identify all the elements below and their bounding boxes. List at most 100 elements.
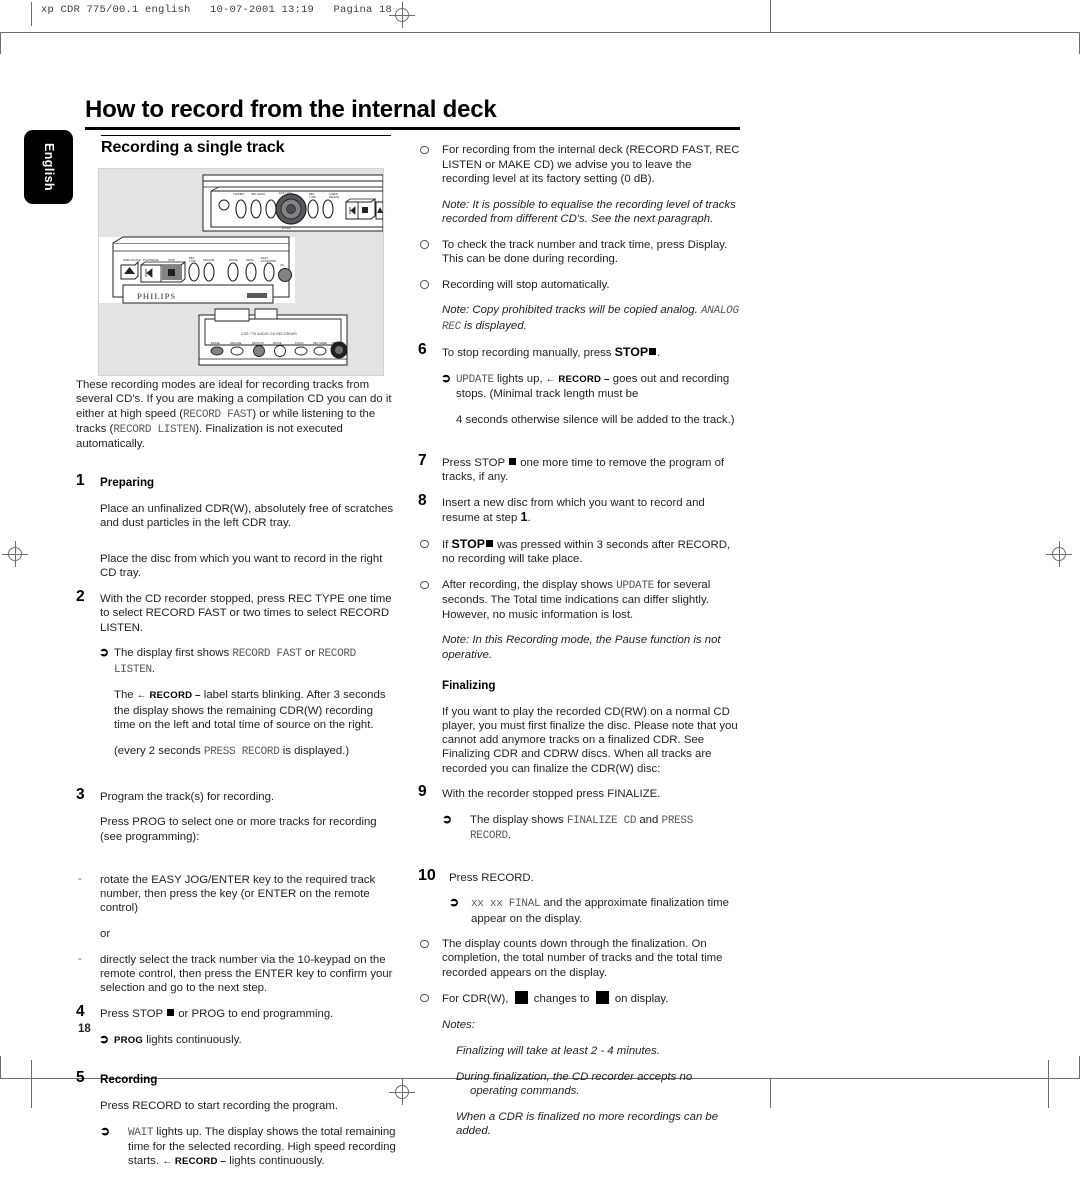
step-8-text-pre: Insert a new disc from which you want to… (442, 497, 705, 525)
step-9: 9 With the recorder stopped press FINALI… (418, 784, 740, 844)
step-4-text-pre: Press STOP (100, 1008, 167, 1021)
svg-text:STOP: STOP (168, 258, 175, 262)
step-5-arrow-note: ➲ WAIT lights up. The display shows the … (100, 1123, 396, 1170)
svg-text:CDR 775 AUDIO CD RECORDER: CDR 775 AUDIO CD RECORDER (241, 332, 297, 336)
svg-text:REC LEVEL: REC LEVEL (251, 192, 266, 196)
arrow-icon: ➲ (100, 1123, 111, 1138)
stop-square-icon (167, 1009, 175, 1017)
step-2: 2 With the CD recorder stopped, press RE… (76, 589, 396, 759)
circle-bullet-icon (420, 240, 429, 249)
note-a: Finalizing will take at least 2 - 4 minu… (456, 1044, 660, 1057)
manual-page: English How to record from the internal … (0, 0, 1080, 1167)
intro-lcd-record-fast: RECORD FAST (183, 408, 253, 421)
step-2-arrow-pre: The display first shows (114, 647, 233, 660)
bullet-5-pre: After recording, the display shows (442, 579, 617, 592)
svg-text:PLAY/PAUSE: PLAY/PAUSE (143, 258, 159, 262)
step-7: 7 Press STOP one more time to remove the… (418, 452, 740, 485)
step-6-text-pre: To stop recording manually, press (442, 347, 615, 360)
step-2-arrow-note: ➲ The display first shows RECORD FAST or… (99, 645, 396, 759)
disc-symbol-after-icon (595, 991, 609, 1005)
step-4-arrow-text: lights continuously. (143, 1033, 242, 1046)
svg-text:REC/OTR: REC/OTR (252, 341, 264, 345)
cd-recorder-diagram-svg: PHONES REC LEVEL EASY JOG REC TYPE CHECK… (99, 174, 383, 366)
finalizing-block: Finalizing If you want to play the recor… (418, 679, 740, 776)
circle-bullet-icon (420, 280, 429, 289)
note-2-post: is displayed. (460, 319, 527, 332)
stop-square-icon (486, 540, 494, 548)
svg-text:RECORD: RECORD (332, 341, 343, 345)
step-1-number: 1 (76, 472, 85, 490)
svg-text:TRACK: TRACK (295, 341, 304, 345)
step-6-stop-label: STOP (614, 345, 649, 360)
bullet-5-lcd-update: UPDATE (616, 580, 654, 593)
finalizing-text: If you want to play the recorded CD(RW) … (442, 705, 738, 775)
circle-bullet-icon (420, 145, 429, 155)
step-9-arrow-note: ➲ The display shows FINALIZE CD and PRES… (442, 812, 740, 844)
step-6-text-post: . (657, 347, 661, 360)
svg-text:PHILIPS: PHILIPS (137, 292, 176, 301)
step-6-lcd-update: UPDATE (456, 374, 494, 386)
svg-text:ENTER: ENTER (282, 226, 291, 230)
upper-deck-panel: PHONES REC LEVEL EASY JOG REC TYPE CHECK… (202, 174, 383, 232)
bullet-3-text: Recording will stop automatically. (442, 278, 610, 291)
step-7-number: 7 (418, 452, 427, 470)
step-3-number: 3 (76, 785, 85, 803)
bullet-check-track: To check the track number and track time… (418, 238, 740, 267)
step-10: 10 Press RECORD. ➲ xx xx FINAL and the a… (418, 867, 740, 926)
step-2-text: With the CD recorder stopped, press REC … (100, 593, 392, 634)
finalize-notes: Notes: Finalizing will take at least 2 -… (418, 1018, 740, 1138)
step-6-arrow-mid: lights up, (493, 373, 546, 385)
step-6-arrow-post-2: 4 seconds otherwise silence will be adde… (456, 413, 735, 426)
page-title: How to record from the internal deck (85, 96, 497, 123)
language-tab-label: English (41, 143, 56, 191)
bullet-stop-automatically: Recording will stop automatically. (418, 278, 740, 292)
step-8-text-post: . (527, 512, 531, 525)
right-tray-paragraph: Place the disc from which you want to re… (100, 553, 383, 580)
step-1-text: Place an unfinalized CDR(W), absolutely … (100, 503, 394, 530)
dash-bullet-1-text: rotate the EASY JOG/ENTER key to the req… (100, 873, 376, 915)
bullet-2-text: To check the track number and track time… (442, 238, 728, 265)
step-5-lcd-wait: WAIT (128, 1126, 154, 1139)
step-2-lcd-record-fast: RECORD FAST (232, 648, 302, 661)
arrow-icon: ➲ (442, 812, 453, 827)
bullet-4-pre: If (442, 539, 452, 552)
dash-icon: - (78, 952, 82, 965)
step-4-text-post: or PROG to end programming. (175, 1008, 334, 1021)
or-label: or (100, 928, 111, 941)
step-3-text-2: Press PROG to select one or more tracks … (100, 816, 377, 843)
bullet-6-text: The display counts down through the fina… (442, 938, 723, 979)
recorder-lower-panel: CDR 775 AUDIO CD RECORDER ERASE FINALIZE… (198, 308, 348, 366)
step-6: 6 To stop recording manually, press STOP… (418, 342, 740, 427)
svg-text:REC MODE: REC MODE (313, 341, 327, 345)
bullet-after-recording: After recording, the display shows UPDAT… (418, 578, 740, 622)
note-pause-not-operative: Note: In this Recording mode, the Pause … (442, 634, 721, 661)
step-8-number: 8 (418, 492, 427, 510)
bullet-7-pre: For CDR(W), (442, 993, 512, 1006)
svg-text:ON: ON (280, 263, 284, 267)
svg-text:FINALIZE: FINALIZE (203, 258, 215, 262)
svg-text:PROG: PROG (246, 258, 254, 262)
intro-lcd-record-listen: RECORD LISTEN (113, 423, 196, 436)
step-3-text: Program the track(s) for recording. (100, 790, 275, 803)
bullet-1-text: For recording from the internal deck (RE… (442, 144, 740, 185)
step-9-arrow-pre: The display shows (470, 814, 567, 827)
svg-text:PHONES: PHONES (233, 192, 244, 196)
step-5-arrow-text-2: lights continuously. (226, 1155, 325, 1168)
recording-heading: Recording (100, 1073, 158, 1087)
step-5-number: 5 (76, 1069, 85, 1087)
step-3: 3 Program the track(s) for recording. Pr… (76, 785, 396, 844)
svg-text:TYPE: TYPE (189, 259, 196, 263)
step-4-number: 4 (76, 1003, 85, 1021)
svg-text:FINALIZE: FINALIZE (230, 341, 242, 345)
disc-symbol-before-icon (514, 991, 528, 1005)
note-equalise: Note: It is possible to equalise the rec… (442, 198, 736, 225)
note-copy-prohibited: Note: Copy prohibited tracks will be cop… (418, 303, 740, 334)
left-column: These recording modes are ideal for reco… (76, 378, 396, 1181)
recorder-front-panel: OPEN /CLOSE PLAY/PAUSE STOP REC TYPE FIN… (99, 236, 295, 304)
svg-text:JOG/ENTER: JOG/ENTER (261, 259, 276, 263)
circle-bullet-icon (420, 939, 429, 949)
note-2-pre: Note: Copy prohibited tracks will be cop… (442, 304, 701, 317)
record-indicator-label: ← RECORD – (162, 1156, 227, 1168)
bullet-countdown: The display counts down through the fina… (418, 937, 740, 980)
step-2-press-pre: (every 2 seconds (114, 744, 204, 757)
